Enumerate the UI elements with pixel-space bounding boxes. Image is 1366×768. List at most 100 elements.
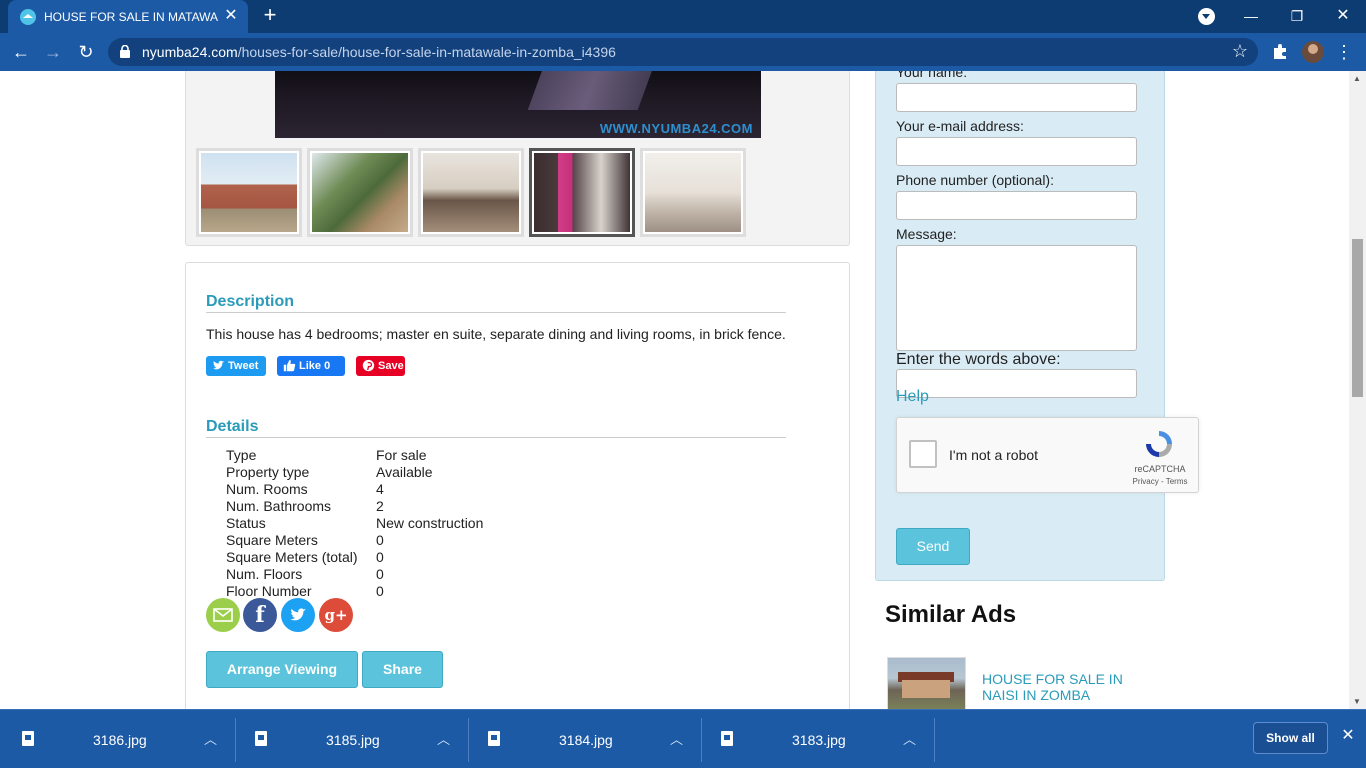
restore-window-button[interactable]: ❐ [1282,4,1312,28]
download-item[interactable]: 3186.jpg ︿ [0,718,236,762]
main-photo-detail [527,71,653,110]
twitter-bird-icon [212,360,225,370]
chevron-up-icon[interactable]: ︿ [670,729,683,748]
url-text: nyumba24.com/houses-for-sale/house-for-s… [142,44,616,60]
details-row: Square Meters 0 [226,532,483,549]
tweet-button[interactable]: Tweet [206,356,266,376]
share-twitter-icon[interactable] [281,598,315,632]
captcha-words-field[interactable] [896,369,1137,398]
tab-close-icon[interactable]: ✕ [222,7,240,25]
save-label: Save [378,360,404,372]
tweet-label: Tweet [228,360,259,372]
download-item[interactable]: 3184.jpg ︿ [466,718,702,762]
show-all-downloads-button[interactable]: Show all [1253,722,1328,754]
details-row: Square Meters (total) 0 [226,549,483,566]
chevron-up-icon[interactable]: ︿ [903,729,916,748]
close-downloads-bar-icon[interactable]: ✕ [1338,726,1358,746]
share-facebook-icon[interactable]: f [243,598,277,632]
url-path: /houses-for-sale/house-for-sale-in-mataw… [237,44,616,60]
recaptcha-checkbox[interactable] [909,440,937,468]
recaptcha-privacy-terms[interactable]: Privacy - Terms [1125,477,1195,486]
forward-arrow-icon[interactable]: → [40,39,66,65]
name-field[interactable] [896,83,1137,112]
download-item[interactable]: 3185.jpg ︿ [233,718,469,762]
similar-ad-thumbnail[interactable] [887,657,966,709]
new-tab-button[interactable]: + [258,4,282,28]
details-table: Type For sale Property type Available Num.… [226,447,483,600]
share-email-icon[interactable] [206,598,240,632]
gallery-thumbnail-selected[interactable] [529,148,635,237]
page-scrollbar[interactable]: ▲ ▼ [1349,71,1366,709]
description-heading: Description [206,293,786,313]
image-file-icon [22,731,34,746]
details-value: 4 [376,481,384,497]
chevron-up-icon[interactable]: ︿ [204,729,217,748]
download-filename: 3184.jpg [559,732,613,748]
thumbs-up-icon [283,359,296,372]
phone-label: Phone number (optional): [896,172,1054,188]
similar-ads-heading: Similar Ads [885,601,1017,628]
recaptcha-brand: reCAPTCHA [1134,464,1186,474]
browser-toolbar: ← → ↻ nyumba24.com/houses-for-sale/house… [0,33,1366,71]
main-photo[interactable]: WWW.NYUMBA24.COM [275,71,761,138]
details-key: Type [226,447,257,463]
details-row: Num. Rooms 4 [226,481,483,498]
page-viewport: WWW.NYUMBA24.COM Description This house … [0,71,1366,709]
recaptcha-logo-icon [1146,431,1172,457]
browser-tab[interactable]: HOUSE FOR SALE IN MATAWALE ✕ [8,0,248,33]
reload-icon[interactable]: ↻ [73,39,99,65]
details-value: 0 [376,566,384,582]
pinterest-save-button[interactable]: Save [356,356,405,376]
lock-icon [120,45,130,58]
share-button[interactable]: Share [362,651,443,688]
tab-search-icon[interactable] [1198,8,1215,25]
recaptcha-label: I'm not a robot [949,447,1039,463]
photo-watermark: WWW.NYUMBA24.COM [599,121,753,136]
minimize-window-button[interactable]: — [1236,4,1266,28]
share-google-plus-icon[interactable]: g+ [319,598,353,632]
details-row: Floor Number 0 [226,583,483,600]
facebook-like-button[interactable]: Like 0 [277,356,345,376]
captcha-words-label: Enter the words above: [896,351,1061,368]
house-wall-shape [902,680,950,698]
name-label: Your name: [896,71,968,80]
download-filename: 3185.jpg [326,732,380,748]
details-value: For sale [376,447,427,463]
details-row: Num. Floors 0 [226,566,483,583]
recaptcha-widget: I'm not a robot reCAPTCHA Privacy - Term… [896,417,1199,493]
gallery-thumbnail[interactable] [418,148,524,237]
google-plus-glyph: g+ [324,606,348,624]
extensions-puzzle-icon[interactable] [1270,41,1290,61]
scrollbar-thumb[interactable] [1352,239,1363,397]
downloads-bar: 3186.jpg ︿ 3185.jpg ︿ 3184.jpg ︿ 3183.jp… [0,709,1366,768]
similar-ad-title-link[interactable]: HOUSE FOR SALE IN NAISI IN ZOMBA [982,671,1152,703]
download-item[interactable]: 3183.jpg ︿ [699,718,935,762]
browser-menu-icon[interactable]: ⋮ [1334,39,1354,65]
details-key: Status [226,515,266,531]
send-button[interactable]: Send [896,528,970,565]
phone-field[interactable] [896,191,1137,220]
message-textarea[interactable] [896,245,1137,351]
tab-title: HOUSE FOR SALE IN MATAWALE [44,10,219,24]
url-domain: nyumba24.com [142,44,238,60]
email-field[interactable] [896,137,1137,166]
details-value: 2 [376,498,384,514]
help-link[interactable]: Help [896,388,929,406]
chevron-up-icon[interactable]: ︿ [437,729,450,748]
back-arrow-icon[interactable]: ← [8,39,34,65]
arrange-viewing-button[interactable]: Arrange Viewing [206,651,358,688]
profile-avatar[interactable] [1302,41,1324,63]
gallery-thumbnail[interactable] [640,148,746,237]
email-label: Your e-mail address: [896,118,1024,134]
bookmark-star-icon[interactable]: ☆ [1232,41,1248,62]
close-window-button[interactable]: ✕ [1328,4,1358,28]
scroll-down-arrow-icon[interactable]: ▼ [1353,697,1361,706]
site-favicon-icon [20,9,36,25]
image-file-icon [255,731,267,746]
gallery-thumbnail[interactable] [307,148,413,237]
scroll-up-arrow-icon[interactable]: ▲ [1353,74,1361,83]
photo-gallery: WWW.NYUMBA24.COM [185,71,850,246]
details-key: Property type [226,464,310,480]
address-bar[interactable]: nyumba24.com/houses-for-sale/house-for-s… [108,38,1258,66]
gallery-thumbnail[interactable] [196,148,302,237]
